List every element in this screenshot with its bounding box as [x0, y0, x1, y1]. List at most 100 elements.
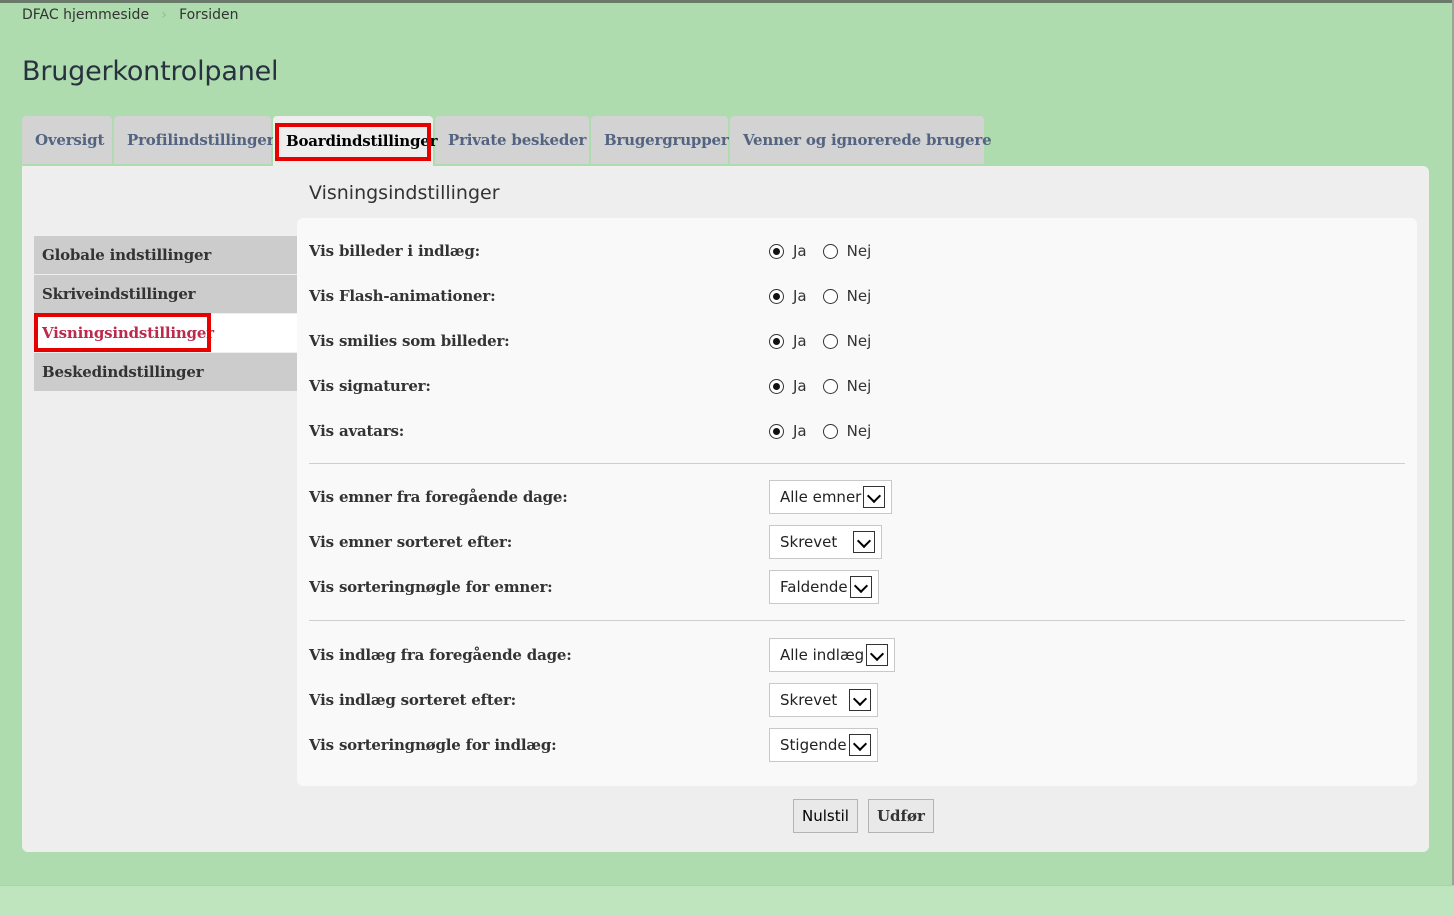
radio-label: Ja [793, 422, 807, 440]
setting-row-flash: Vis Flash-animationer: Ja Nej [309, 281, 1405, 311]
radio-label: Nej [846, 332, 872, 350]
radio-no[interactable]: Nej [822, 377, 872, 395]
radio-checked-icon[interactable] [769, 288, 784, 304]
select-wrapper: Alle indlæg [769, 638, 896, 672]
page-title: Brugerkontrolpanel [22, 56, 279, 87]
select-value: Alle indlæg [780, 646, 865, 664]
radio-group: Ja Nej [769, 281, 887, 311]
radio-unchecked-icon[interactable] [822, 378, 838, 394]
tab-private-messages[interactable]: Private beskeder [435, 116, 589, 164]
radio-no[interactable]: Nej [822, 242, 871, 260]
sidebar-item-posting-settings[interactable]: Skriveindstillinger [34, 275, 297, 313]
setting-label: Vis indlæg sorteret efter: [309, 691, 516, 709]
select-value: Stigende [780, 736, 847, 754]
section-title: Visningsindstillinger [309, 182, 500, 204]
setting-label: Vis emner fra foregående dage: [309, 488, 568, 506]
radio-unchecked-icon[interactable] [822, 423, 838, 439]
setting-row-topic-sort: Vis emner sorteret efter: Skrevet [309, 525, 1405, 559]
tab-bar: Oversigt Profilindstillinger Boardindsti… [22, 116, 992, 166]
post-order-select[interactable]: Stigende [769, 728, 878, 762]
topic-sort-select[interactable]: Skrevet [769, 525, 883, 559]
setting-label: Vis smilies som billeder: [309, 332, 510, 350]
radio-checked-icon[interactable] [769, 243, 784, 259]
topic-order-select[interactable]: Faldende [769, 570, 879, 604]
sidebar-menu: Globale indstillinger Skriveindstillinge… [34, 236, 297, 392]
chevron-down-icon[interactable] [848, 734, 871, 756]
radio-yes[interactable]: Ja [769, 377, 807, 395]
radio-yes[interactable]: Ja [769, 332, 807, 350]
setting-row-post-order: Vis sorteringnøgle for indlæg: Stigende [309, 728, 1405, 762]
form-buttons: Nulstil Udfør [793, 799, 944, 833]
chevron-down-icon[interactable] [849, 689, 872, 711]
select-wrapper: Alle emner [769, 480, 893, 514]
sidebar-item-label: Skriveindstillinger [42, 285, 196, 303]
topic-days-select[interactable]: Alle emner [769, 480, 893, 514]
radio-no[interactable]: Nej [822, 287, 872, 305]
setting-label: Vis avatars: [309, 422, 405, 440]
radio-group: Ja Nej [769, 326, 887, 356]
tab-board-settings[interactable]: Boardindstillinger [273, 116, 437, 166]
setting-label: Vis emner sorteret efter: [309, 533, 513, 551]
radio-unchecked-icon[interactable] [822, 333, 838, 349]
breadcrumb-separator: › [161, 7, 167, 23]
setting-row-signatures: Vis signaturer: Ja Nej [309, 371, 1405, 401]
radio-no[interactable]: Nej [822, 332, 872, 350]
radio-label: Nej [846, 287, 872, 305]
chevron-down-icon[interactable] [863, 486, 886, 508]
sidebar-item-message-settings[interactable]: Beskedindstillinger [34, 353, 297, 391]
select-wrapper: Faldende [769, 570, 879, 604]
tab-overview[interactable]: Oversigt [22, 116, 112, 164]
tab-friends-foes[interactable]: Venner og ignorerede brugere [730, 116, 992, 164]
radio-unchecked-icon[interactable] [822, 288, 838, 304]
highlight-box [34, 313, 211, 352]
sidebar-item-display-settings[interactable]: Visningsindstillinger [34, 313, 297, 352]
radio-checked-icon[interactable] [769, 423, 784, 439]
chevron-down-icon[interactable] [849, 576, 872, 598]
breadcrumb-link-home[interactable]: DFAC hjemmeside [22, 7, 149, 23]
select-value: Skrevet [780, 691, 838, 709]
breadcrumb-link-index[interactable]: Forsiden [179, 7, 238, 23]
breadcrumb: DFAC hjemmeside › Forsiden [22, 7, 239, 23]
chevron-down-icon[interactable] [866, 644, 889, 666]
post-sort-select[interactable]: Skrevet [769, 683, 879, 717]
tab-usergroups[interactable]: Brugergrupper [591, 116, 729, 164]
sidebar-item-label: Beskedindstillinger [42, 363, 204, 381]
radio-no[interactable]: Nej [822, 422, 872, 440]
reset-button[interactable]: Nulstil [793, 799, 858, 833]
tab-label: Brugergrupper [604, 131, 729, 149]
sidebar-item-label: Globale indstillinger [42, 246, 212, 264]
tab-label: Venner og ignorerede brugere [743, 131, 992, 149]
setting-label: Vis billeder i indlæg: [309, 242, 480, 260]
setting-label: Vis indlæg fra foregående dage: [309, 646, 572, 664]
setting-row-avatars: Vis avatars: Ja Nej [309, 416, 1405, 446]
tab-label: Profilindstillinger [127, 131, 275, 149]
setting-row-post-sort: Vis indlæg sorteret efter: Skrevet [309, 683, 1405, 717]
radio-checked-icon[interactable] [769, 378, 784, 394]
post-days-select[interactable]: Alle indlæg [769, 638, 896, 672]
radio-yes[interactable]: Ja [769, 422, 807, 440]
radio-label: Ja [793, 287, 807, 305]
radio-yes[interactable]: Ja [769, 242, 807, 260]
radio-checked-icon[interactable] [769, 333, 784, 349]
radio-group: Ja Nej [769, 236, 887, 266]
radio-label: Nej [846, 377, 872, 395]
submit-button[interactable]: Udfør [867, 799, 934, 833]
select-wrapper: Stigende [769, 728, 878, 762]
radio-yes[interactable]: Ja [769, 287, 807, 305]
setting-label: Vis sorteringnøgle for emner: [309, 578, 553, 596]
chevron-down-icon[interactable] [853, 531, 876, 553]
sidebar-item-global-settings[interactable]: Globale indstillinger [34, 236, 297, 274]
tab-profile-settings[interactable]: Profilindstillinger [114, 116, 275, 164]
radio-group: Ja Nej [769, 416, 887, 446]
select-value: Alle emner [780, 488, 862, 506]
radio-unchecked-icon[interactable] [822, 243, 838, 259]
highlight-box [275, 123, 431, 161]
setting-row-images: Vis billeder i indlæg: Ja Nej [309, 236, 1405, 266]
section-divider [309, 620, 1405, 621]
setting-label: Vis signaturer: [309, 377, 431, 395]
settings-form: Vis billeder i indlæg: Ja Nej Vis Flash-… [297, 218, 1417, 786]
control-panel: Visningsindstillinger Globale indstillin… [22, 166, 1429, 852]
footer-strip [0, 885, 1454, 915]
radio-label: Nej [846, 422, 872, 440]
setting-row-post-days: Vis indlæg fra foregående dage: Alle ind… [309, 638, 1405, 672]
